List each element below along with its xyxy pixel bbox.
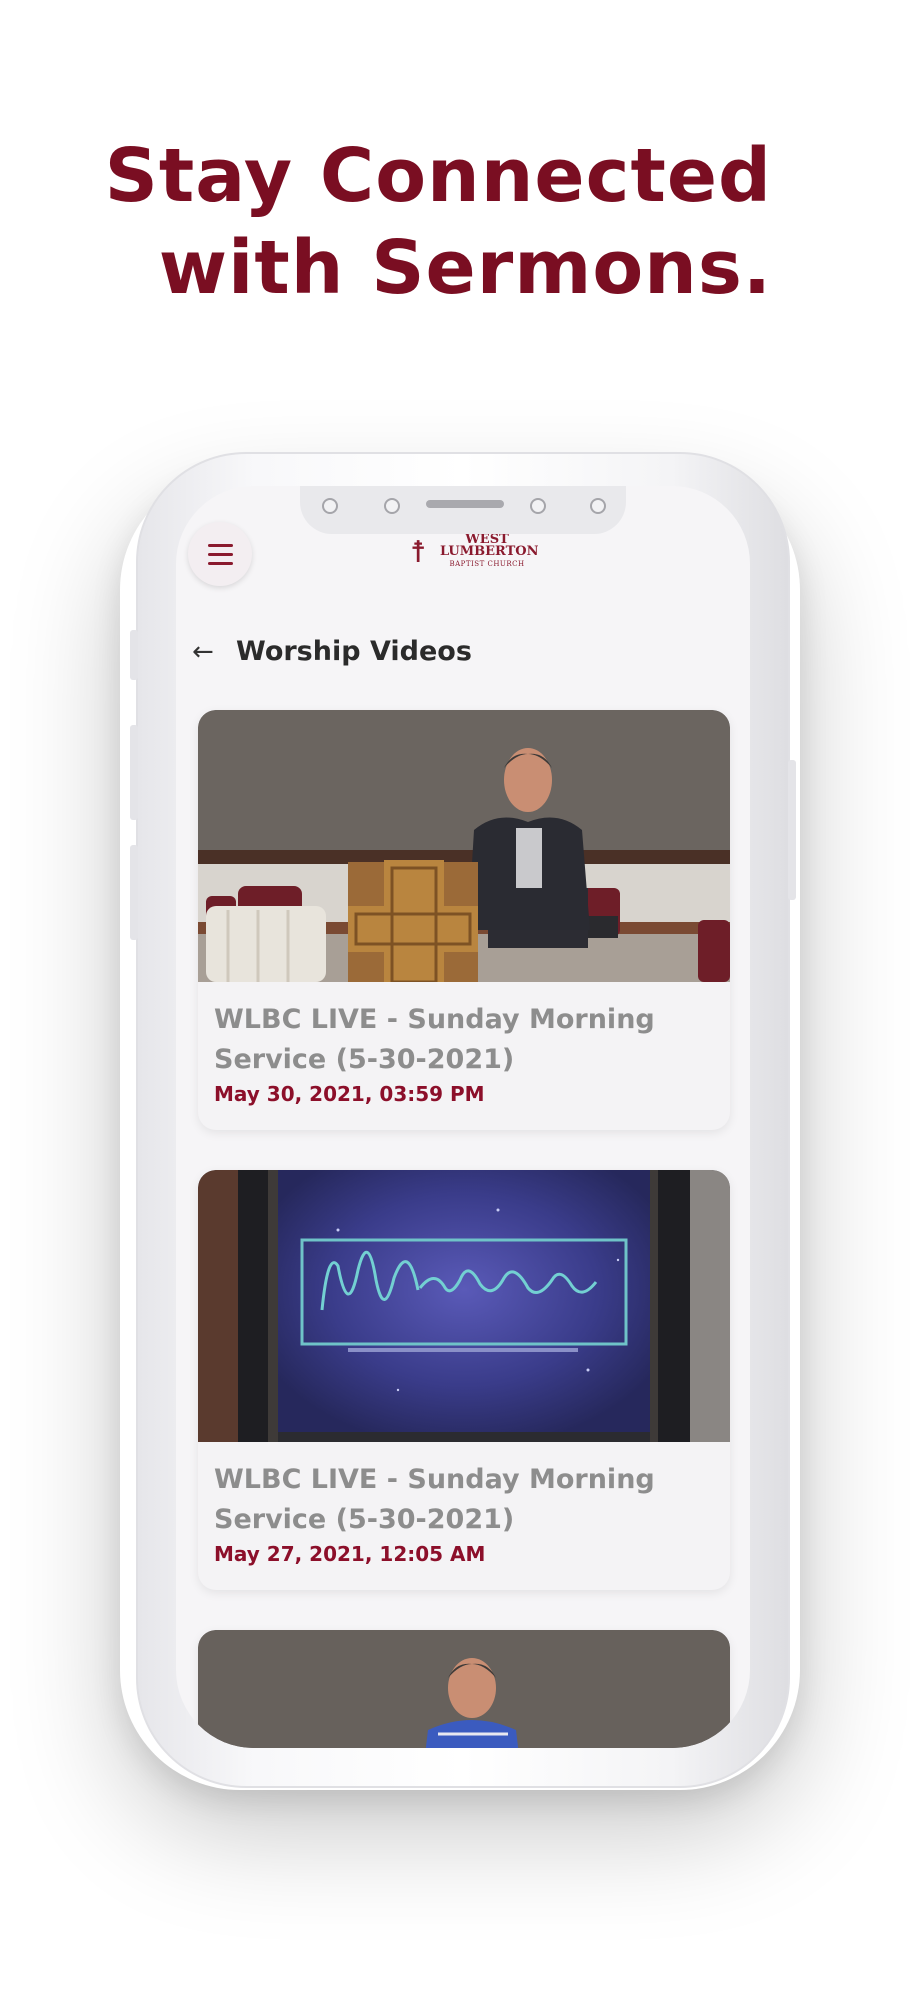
video-title: WLBC LIVE - Sunday Morning Service (5-30… (214, 1004, 655, 1075)
phone-power-button (788, 760, 796, 900)
hamburger-menu-icon[interactable] (188, 522, 252, 586)
phone-volume-down (130, 845, 138, 940)
logo-line-2: LUMBERTON (440, 544, 539, 559)
front-camera (530, 498, 546, 514)
cross-logo-icon: ☨ (410, 535, 427, 570)
sermon-preacher-image (198, 710, 730, 982)
video-title: WLBC LIVE - Sunday Morning Service (5-30… (214, 1464, 655, 1535)
promo-headline: Stay Connected with Sermons. (72, 130, 772, 314)
page-header: ← Worship Videos (192, 634, 732, 674)
sensor-dot (322, 498, 338, 514)
sermon-preacher-image (198, 1630, 730, 1748)
video-thumbnail[interactable] (198, 1170, 730, 1442)
video-date: May 27, 2021, 12:05 AM (214, 1542, 486, 1566)
logo-line-3: BAPTIST CHURCH (449, 560, 525, 568)
video-thumbnail[interactable] (198, 710, 730, 982)
video-card[interactable] (198, 1630, 730, 1748)
sensor-dot (384, 498, 400, 514)
logo-text: WEST LUMBERTON BAPTIST CHURCH (440, 533, 539, 570)
phone-screen: ☨ WEST LUMBERTON BAPTIST CHURCH ← Worshi… (176, 486, 750, 1748)
headline-line-1: Stay Connected (104, 133, 772, 219)
video-card[interactable]: WLBC LIVE - Sunday Morning Service (5-30… (198, 1170, 730, 1590)
sensor-dot (590, 498, 606, 514)
video-card[interactable]: WLBC LIVE - Sunday Morning Service (5-30… (198, 710, 730, 1130)
app-store-screenshot: Stay Connected with Sermons. ☨ WEST LUMB… (0, 0, 924, 2000)
page-title: Worship Videos (236, 636, 472, 667)
earpiece-speaker (426, 500, 504, 508)
video-list: WLBC LIVE - Sunday Morning Service (5-30… (198, 710, 730, 1748)
arrow-left-icon[interactable]: ← (192, 638, 220, 666)
video-thumbnail[interactable] (198, 1630, 730, 1748)
welcome-screen-image (198, 1170, 730, 1442)
headline-line-2: with Sermons. (158, 225, 772, 311)
phone-mute-switch (130, 630, 138, 680)
phone-notch (300, 486, 626, 534)
phone-volume-up (130, 725, 138, 820)
video-date: May 30, 2021, 03:59 PM (214, 1082, 485, 1106)
church-logo[interactable]: ☨ WEST LUMBERTON BAPTIST CHURCH (408, 533, 539, 578)
